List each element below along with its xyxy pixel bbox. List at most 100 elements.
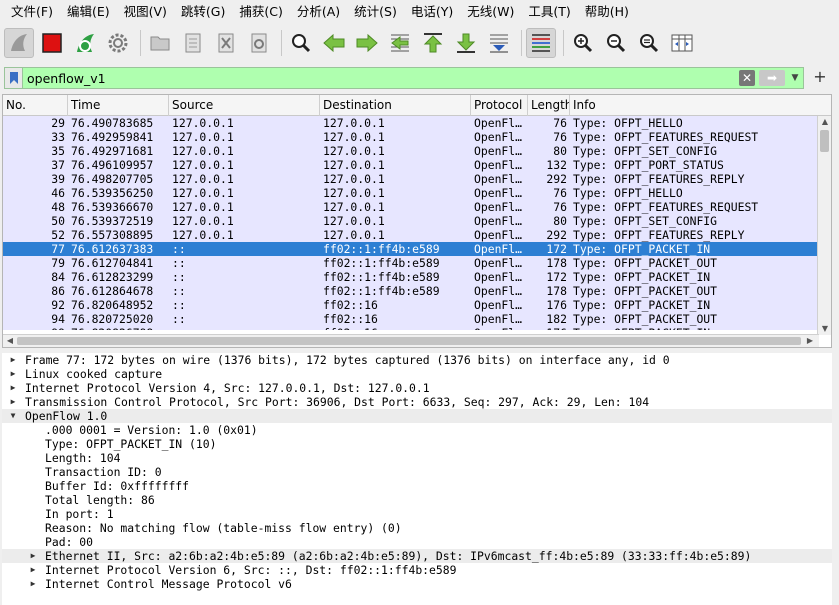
find-packet-button[interactable]	[286, 28, 316, 58]
packet-row[interactable]: 92 76.820648952:: ff02::16 OpenFl… 176 Type: …	[3, 298, 819, 312]
add-filter-button[interactable]: +	[810, 67, 830, 89]
menu-item-10[interactable]: 帮助(H)	[578, 0, 636, 24]
packet-cell-dst: 127.0.0.1	[323, 228, 385, 242]
zoom-out-button[interactable]	[601, 28, 631, 58]
packet-row[interactable]: 48 76.539366670 127.0.0.1 127.0.0.1 OpenFl… 7…	[3, 200, 819, 214]
detail-tree-item[interactable]: Length: 104	[2, 451, 832, 465]
colorize-button[interactable]	[526, 28, 556, 58]
save-file-button[interactable]	[178, 28, 208, 58]
packet-row[interactable]: 77 76.612637383:: ff02::1:ff4b:e589 OpenFl……	[3, 242, 819, 256]
column-header-destination[interactable]: Destination	[320, 95, 471, 116]
horizontal-scroll-thumb[interactable]	[17, 337, 801, 345]
packet-row[interactable]: 35 76.492971681 127.0.0.1 127.0.0.1 OpenFl… 8…	[3, 144, 819, 158]
detail-tree-item[interactable]: ▶ Linux cooked capture	[2, 367, 832, 381]
column-header-time[interactable]: Time	[68, 95, 169, 116]
capture-options-button[interactable]	[103, 28, 133, 58]
packet-cell-info: Type: OFPT_FEATURES_REQUEST	[573, 200, 759, 214]
display-filter-input[interactable]	[23, 70, 739, 86]
expand-right-arrow-icon[interactable]: ▶	[8, 353, 18, 367]
autoscroll-button[interactable]	[484, 28, 514, 58]
packet-row[interactable]: 86 76.612864678:: ff02::1:ff4b:e589 OpenFl……	[3, 284, 819, 298]
reload-file-button[interactable]	[244, 28, 274, 58]
detail-tree-item[interactable]: ▼ OpenFlow 1.0	[2, 409, 832, 423]
restart-capture-button[interactable]	[70, 28, 100, 58]
packet-cell-info: Type: OFPT_PACKET_OUT	[573, 284, 718, 298]
filter-bookmark-button[interactable]	[5, 68, 23, 88]
column-header-source[interactable]: Source	[169, 95, 320, 116]
packet-list-horizontal-scrollbar[interactable]: ◀ ▶	[3, 334, 819, 347]
menu-item-7[interactable]: 电话(Y)	[404, 0, 460, 24]
last-packet-button[interactable]	[451, 28, 481, 58]
scroll-up-arrow-icon[interactable]: ▲	[820, 117, 830, 127]
detail-tree-item[interactable]: .000 0001 = Version: 1.0 (0x01)	[2, 423, 832, 437]
go-to-packet-button[interactable]	[385, 28, 415, 58]
menu-item-2[interactable]: 视图(V)	[117, 0, 174, 24]
expand-right-arrow-icon[interactable]: ▶	[28, 577, 38, 591]
menu-item-0[interactable]: 文件(F)	[4, 0, 60, 24]
vertical-scroll-thumb[interactable]	[820, 130, 829, 152]
column-header-length[interactable]: Length	[528, 95, 570, 116]
menu-item-5[interactable]: 分析(A)	[290, 0, 347, 24]
expand-right-arrow-icon[interactable]: ▶	[8, 367, 18, 381]
detail-tree-item[interactable]: ▶ Frame 77: 172 bytes on wire (1376 bits)…	[2, 353, 832, 367]
detail-tree-item[interactable]: ▶ Internet Control Message Protocol v6	[2, 577, 832, 591]
menu-item-6[interactable]: 统计(S)	[347, 0, 404, 24]
detail-tree-item[interactable]: Total length: 86	[2, 493, 832, 507]
packet-cell-info: Type: OFPT_PACKET_OUT	[573, 312, 718, 326]
column-header-protocol[interactable]: Protocol	[471, 95, 528, 116]
packet-row[interactable]: 9976.820826798::ff02::16OpenFl…176Type: …	[3, 326, 819, 330]
menu-item-1[interactable]: 编辑(E)	[60, 0, 117, 24]
go-forward-button[interactable]	[352, 28, 382, 58]
packet-row[interactable]: 50 76.539372519 127.0.0.1 127.0.0.1 OpenFl… 8…	[3, 214, 819, 228]
packet-row[interactable]: 84 76.612823299:: ff02::1:ff4b:e589 OpenFl……	[3, 270, 819, 284]
detail-tree-item[interactable]: ▶ Internet Protocol Version 4, Src: 127.0…	[2, 381, 832, 395]
menu-item-9[interactable]: 工具(T)	[521, 0, 577, 24]
detail-tree-item[interactable]: Buffer Id: 0xffffffff	[2, 479, 832, 493]
detail-tree-label: Total length: 86	[45, 493, 155, 507]
resize-columns-button[interactable]	[667, 28, 697, 58]
expand-right-arrow-icon[interactable]: ▶	[8, 381, 18, 395]
first-packet-icon	[423, 33, 443, 53]
filter-history-dropdown[interactable]: ▼	[787, 68, 803, 88]
detail-tree-item[interactable]: ▶ Ethernet II, Src: a2:6b:a2:4b:e5:89 (a2…	[2, 549, 832, 563]
packet-row[interactable]: 37 76.496109957 127.0.0.1 127.0.0.1 OpenFl… 1…	[3, 158, 819, 172]
detail-tree-item[interactable]: Type: OFPT_PACKET_IN (10)	[2, 437, 832, 451]
detail-tree-item[interactable]: In port: 1	[2, 507, 832, 521]
scroll-down-arrow-icon[interactable]: ▼	[820, 324, 830, 334]
scroll-left-arrow-icon[interactable]: ◀	[5, 336, 15, 345]
apply-filter-button[interactable]: ➡	[759, 70, 785, 86]
zoom-normal-button[interactable]	[634, 28, 664, 58]
menu-item-8[interactable]: 无线(W)	[460, 0, 521, 24]
expand-right-arrow-icon[interactable]: ▶	[8, 395, 18, 409]
detail-tree-label: Buffer Id: 0xffffffff	[45, 479, 190, 493]
stop-capture-button[interactable]	[37, 28, 67, 58]
close-file-button[interactable]	[211, 28, 241, 58]
packet-row[interactable]: 39 76.498207705 127.0.0.1 127.0.0.1 OpenFl… 2…	[3, 172, 819, 186]
detail-tree-item[interactable]: ▶ Transmission Control Protocol, Src Port…	[2, 395, 832, 409]
expand-right-arrow-icon[interactable]: ▶	[28, 563, 38, 577]
packet-row[interactable]: 29 76.490783685 127.0.0.1 127.0.0.1 OpenFl… 7…	[3, 116, 819, 130]
detail-tree-item[interactable]: Reason: No matching flow (table-miss flo…	[2, 521, 832, 535]
menu-item-4[interactable]: 捕获(C)	[232, 0, 289, 24]
packet-row[interactable]: 94 76.820725020:: ff02::16 OpenFl… 182 Type: …	[3, 312, 819, 326]
menu-item-3[interactable]: 跳转(G)	[174, 0, 232, 24]
detail-tree-item[interactable]: Pad: 00	[2, 535, 832, 549]
expand-right-arrow-icon[interactable]: ▶	[28, 549, 38, 563]
packet-row[interactable]: 52 76.557308895 127.0.0.1 127.0.0.1 OpenFl… 2…	[3, 228, 819, 242]
column-header-no[interactable]: No.	[3, 95, 68, 116]
packet-row[interactable]: 33 76.492959841 127.0.0.1 127.0.0.1 OpenFl… 7…	[3, 130, 819, 144]
detail-tree-item[interactable]: ▶ Internet Protocol Version 6, Src: ::, D…	[2, 563, 832, 577]
zoom-in-button[interactable]	[568, 28, 598, 58]
go-back-button[interactable]	[319, 28, 349, 58]
first-packet-button[interactable]	[418, 28, 448, 58]
open-file-button[interactable]	[145, 28, 175, 58]
expand-down-arrow-icon[interactable]: ▼	[8, 409, 18, 423]
column-header-info[interactable]: Info	[570, 95, 831, 116]
detail-tree-item[interactable]: Transaction ID: 0	[2, 465, 832, 479]
scroll-right-arrow-icon[interactable]: ▶	[805, 336, 815, 345]
packet-list-vertical-scrollbar[interactable]: ▲ ▼	[817, 116, 831, 335]
clear-filter-button[interactable]: ✕	[739, 70, 755, 86]
packet-row[interactable]: 46 76.539356250 127.0.0.1 127.0.0.1 OpenFl… 7…	[3, 186, 819, 200]
packet-row[interactable]: 79 76.612704841:: ff02::1:ff4b:e589 OpenFl……	[3, 256, 819, 270]
start-capture-button[interactable]	[4, 28, 34, 58]
